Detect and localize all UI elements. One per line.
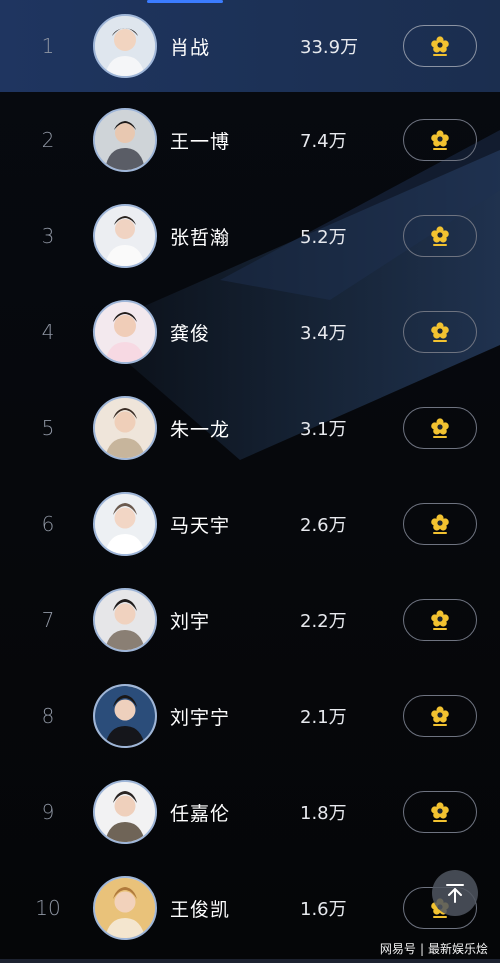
vote-flower-button[interactable] xyxy=(403,311,477,353)
active-tab-indicator xyxy=(147,0,223,3)
rank-number: 3 xyxy=(41,224,55,248)
ranking-row[interactable]: 6 马天宇 2.6万 xyxy=(0,476,500,572)
avatar[interactable] xyxy=(93,588,157,652)
rank-number: 1 xyxy=(41,34,55,58)
vote-count: 3.4万 xyxy=(300,323,347,344)
avatar[interactable] xyxy=(93,876,157,940)
source-watermark: 网易号 | 最新娱乐烩 xyxy=(380,940,488,957)
vote-flower-button[interactable] xyxy=(403,503,477,545)
vote-flower-button[interactable] xyxy=(403,25,477,67)
avatar[interactable] xyxy=(93,780,157,844)
avatar[interactable] xyxy=(93,108,157,172)
rank-number: 2 xyxy=(41,128,55,152)
avatar[interactable] xyxy=(93,684,157,748)
artist-name: 张哲瀚 xyxy=(170,226,231,249)
artist-name: 刘宇宁 xyxy=(170,706,231,729)
vote-flower-button[interactable] xyxy=(403,791,477,833)
artist-name: 刘宇 xyxy=(170,610,211,633)
vote-flower-button[interactable] xyxy=(403,695,477,737)
vote-count: 1.8万 xyxy=(300,803,347,824)
flower-icon xyxy=(431,706,449,726)
vote-count: 1.6万 xyxy=(300,899,347,920)
vote-flower-button[interactable] xyxy=(403,599,477,641)
rank-number: 6 xyxy=(41,512,55,536)
vote-count: 3.1万 xyxy=(300,419,347,440)
ranking-row[interactable]: 2 王一博 7.4万 xyxy=(0,92,500,188)
artist-name: 朱一龙 xyxy=(170,418,231,441)
artist-name: 龚俊 xyxy=(170,322,211,345)
ranking-list: 1 肖战 33.9万 2 王一博 7.4万 3 张哲瀚 5.2万 4 龚俊 3.… xyxy=(0,0,500,956)
ranking-row[interactable]: 4 龚俊 3.4万 xyxy=(0,284,500,380)
artist-name: 王俊凯 xyxy=(170,898,231,921)
vote-count: 5.2万 xyxy=(300,227,347,248)
vote-flower-button[interactable] xyxy=(403,407,477,449)
artist-name: 马天宇 xyxy=(170,514,231,537)
vote-count: 2.1万 xyxy=(300,707,347,728)
avatar[interactable] xyxy=(93,300,157,364)
artist-name: 肖战 xyxy=(170,36,211,59)
bottom-edge-bar xyxy=(0,959,500,963)
vote-count: 2.6万 xyxy=(300,515,347,536)
flower-icon xyxy=(431,418,449,438)
vote-flower-button[interactable] xyxy=(403,215,477,257)
flower-icon xyxy=(431,322,449,342)
avatar[interactable] xyxy=(93,396,157,460)
rank-number: 8 xyxy=(41,704,55,728)
watermark-brand: 网易号 xyxy=(379,942,416,956)
flower-icon xyxy=(431,130,449,150)
arrow-up-to-top-icon xyxy=(446,884,464,903)
ranking-row[interactable]: 5 朱一龙 3.1万 xyxy=(0,380,500,476)
artist-name: 任嘉伦 xyxy=(170,802,231,825)
artist-name: 王一博 xyxy=(170,130,231,153)
ranking-row[interactable]: 3 张哲瀚 5.2万 xyxy=(0,188,500,284)
rank-number: 4 xyxy=(41,320,55,344)
avatar[interactable] xyxy=(93,204,157,268)
rank-number: 7 xyxy=(41,608,55,632)
scroll-to-top-button[interactable] xyxy=(432,870,478,916)
ranking-row[interactable]: 1 肖战 33.9万 xyxy=(0,0,500,92)
watermark-separator: | xyxy=(419,941,424,956)
flower-icon xyxy=(431,226,449,246)
vote-count: 33.9万 xyxy=(300,37,359,58)
vote-flower-button[interactable] xyxy=(403,119,477,161)
rank-number: 9 xyxy=(41,800,55,824)
vote-count: 7.4万 xyxy=(300,131,347,152)
ranking-screen: 1 肖战 33.9万 2 王一博 7.4万 3 张哲瀚 5.2万 4 龚俊 3.… xyxy=(0,0,500,963)
flower-icon xyxy=(431,802,449,822)
flower-icon xyxy=(431,36,449,56)
rank-number: 10 xyxy=(35,896,61,920)
avatar[interactable] xyxy=(93,14,157,78)
flower-icon xyxy=(431,610,449,630)
vote-count: 2.2万 xyxy=(300,611,347,632)
ranking-row[interactable]: 7 刘宇 2.2万 xyxy=(0,572,500,668)
flower-icon xyxy=(431,514,449,534)
ranking-row[interactable]: 9 任嘉伦 1.8万 xyxy=(0,764,500,860)
watermark-account: 最新娱乐烩 xyxy=(427,942,488,956)
avatar[interactable] xyxy=(93,492,157,556)
rank-number: 5 xyxy=(41,416,55,440)
ranking-row[interactable]: 8 刘宇宁 2.1万 xyxy=(0,668,500,764)
